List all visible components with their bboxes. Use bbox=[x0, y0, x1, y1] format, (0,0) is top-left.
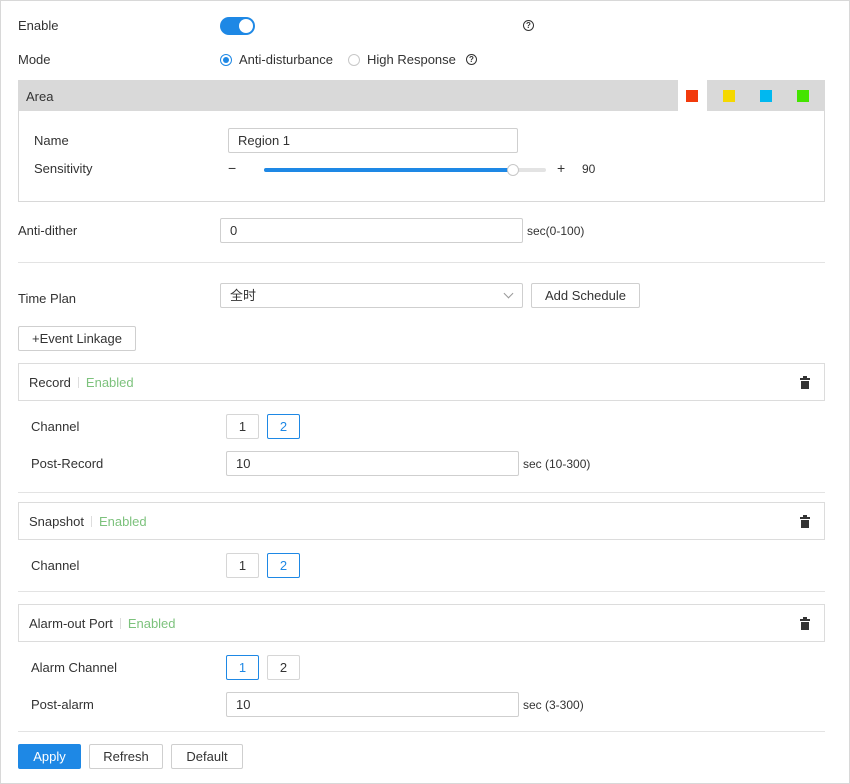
mode-option-label[interactable]: Anti-disturbance bbox=[239, 52, 333, 67]
delete-record-icon[interactable] bbox=[800, 376, 810, 389]
snapshot-channel-label: Channel bbox=[31, 558, 80, 573]
anti-dither-unit: sec(0-100) bbox=[527, 224, 585, 238]
separator bbox=[119, 618, 121, 629]
event-linkage-button[interactable]: +Event Linkage bbox=[18, 326, 136, 351]
color-swatch-yellow[interactable] bbox=[723, 90, 735, 102]
refresh-button[interactable]: Refresh bbox=[89, 744, 163, 769]
sensitivity-value: 90 bbox=[582, 162, 596, 176]
mode-label: Mode bbox=[18, 52, 51, 67]
separator bbox=[90, 516, 92, 527]
time-plan-label: Time Plan bbox=[18, 291, 77, 306]
record-section-header: Record Enabled bbox=[18, 363, 825, 401]
post-record-unit: sec (10-300) bbox=[523, 457, 591, 471]
sensitivity-decrease-button[interactable]: − bbox=[228, 160, 236, 176]
enable-toggle[interactable] bbox=[220, 17, 255, 35]
separator bbox=[77, 377, 79, 388]
snapshot-status: Enabled bbox=[98, 514, 147, 529]
color-swatch-red[interactable] bbox=[686, 90, 698, 102]
toggle-knob bbox=[239, 19, 253, 33]
snapshot-title: Snapshot bbox=[29, 514, 84, 529]
area-title: Area bbox=[26, 89, 54, 104]
default-button[interactable]: Default bbox=[171, 744, 243, 769]
record-title: Record bbox=[29, 375, 71, 390]
post-alarm-input[interactable]: 10 bbox=[226, 692, 519, 717]
alarm-channel-label: Alarm Channel bbox=[31, 660, 117, 675]
alarm-channel-1-button[interactable]: 1 bbox=[226, 655, 259, 680]
alarm-out-title: Alarm-out Port bbox=[29, 616, 113, 631]
mode-option-label[interactable]: High Response bbox=[367, 52, 456, 67]
apply-button[interactable]: Apply bbox=[18, 744, 81, 769]
help-icon[interactable]: ? bbox=[466, 54, 477, 65]
time-plan-select[interactable]: 全时 bbox=[220, 283, 523, 308]
divider bbox=[18, 492, 825, 493]
sensitivity-label: Sensitivity bbox=[34, 161, 93, 176]
record-channel-2-button[interactable]: 2 bbox=[267, 414, 300, 439]
record-channel-1-button[interactable]: 1 bbox=[226, 414, 259, 439]
post-alarm-unit: sec (3-300) bbox=[523, 698, 584, 712]
divider bbox=[18, 591, 825, 592]
delete-alarm-out-icon[interactable] bbox=[800, 617, 810, 630]
alarm-channel-2-button[interactable]: 2 bbox=[267, 655, 300, 680]
color-swatch-green[interactable] bbox=[797, 90, 809, 102]
mode-radio-high-response[interactable] bbox=[348, 54, 360, 66]
mode-radio-anti-disturbance[interactable] bbox=[220, 54, 232, 66]
anti-dither-input[interactable]: 0 bbox=[220, 218, 523, 243]
alarm-out-section-header: Alarm-out Port Enabled bbox=[18, 604, 825, 642]
region-name-input[interactable]: Region 1 bbox=[228, 128, 518, 153]
help-icon[interactable]: ? bbox=[523, 20, 534, 31]
snapshot-channel-2-button[interactable]: 2 bbox=[267, 553, 300, 578]
alarm-out-status: Enabled bbox=[127, 616, 176, 631]
post-record-input[interactable]: 10 bbox=[226, 451, 519, 476]
sensitivity-increase-button[interactable]: + bbox=[557, 160, 565, 176]
time-plan-value: 全时 bbox=[230, 288, 257, 303]
snapshot-section-header: Snapshot Enabled bbox=[18, 502, 825, 540]
post-record-label: Post-Record bbox=[31, 456, 104, 471]
sensitivity-slider-fill bbox=[264, 168, 513, 172]
name-label: Name bbox=[34, 133, 69, 148]
color-swatch-cyan[interactable] bbox=[760, 90, 772, 102]
record-channel-label: Channel bbox=[31, 419, 80, 434]
add-schedule-button[interactable]: Add Schedule bbox=[531, 283, 640, 308]
enable-label: Enable bbox=[18, 18, 59, 33]
divider bbox=[18, 731, 825, 732]
snapshot-channel-1-button[interactable]: 1 bbox=[226, 553, 259, 578]
chevron-down-icon bbox=[503, 288, 514, 299]
sensitivity-slider-track[interactable] bbox=[264, 164, 546, 176]
anti-dither-label: Anti-dither bbox=[18, 223, 78, 238]
record-status: Enabled bbox=[85, 375, 134, 390]
sensitivity-slider-handle[interactable] bbox=[507, 164, 519, 176]
post-alarm-label: Post-alarm bbox=[31, 697, 94, 712]
divider bbox=[18, 262, 825, 263]
delete-snapshot-icon[interactable] bbox=[800, 515, 810, 528]
settings-panel: Enable ? Mode Anti-disturbance High Resp… bbox=[0, 0, 850, 784]
